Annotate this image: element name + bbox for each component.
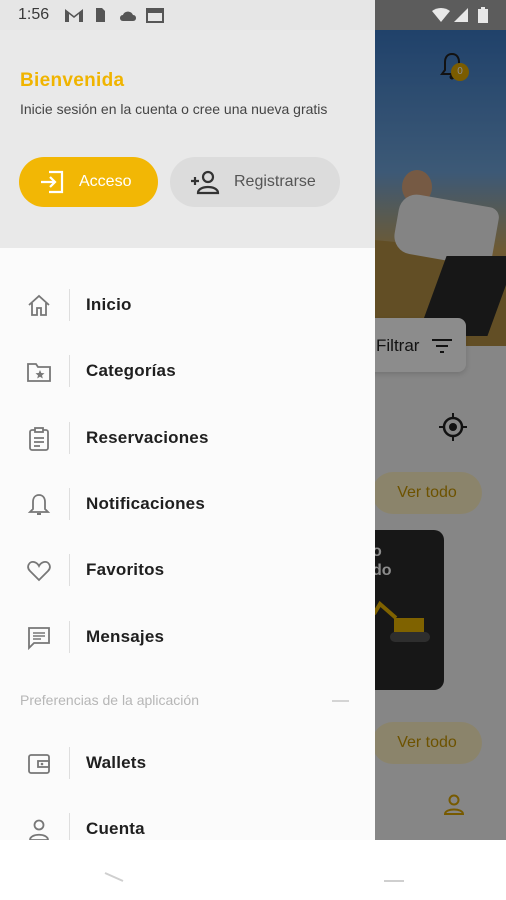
add-person-icon [191,170,220,195]
back-gesture-icon[interactable] [104,872,124,882]
drawer-header: Bienvenida Inicie sesión en la cuenta o … [0,30,375,248]
menu-label: Wallets [86,753,147,772]
status-time: 1:56 [18,6,50,23]
menu-label: Mensajes [86,627,165,646]
login-button[interactable]: Acceso [19,157,158,207]
system-nav-bar [0,840,506,900]
welcome-title: Bienvenida [20,70,125,91]
preferences-section-title: Preferencias de la aplicación [20,692,199,708]
wallet-icon [28,754,50,774]
home-gesture-handle[interactable] [384,880,404,882]
heart-icon [27,561,51,582]
folder-star-icon [27,363,51,382]
menu-item-favoritos[interactable]: Favoritos [0,545,375,595]
wifi-icon [432,8,450,22]
menu-item-mensajes[interactable]: Mensajes [0,612,375,662]
menu-item-categorias[interactable]: Categorías [0,346,375,396]
clipboard-icon [29,427,49,451]
menu-label: Notificaciones [86,494,205,513]
menu-item-reservaciones[interactable]: Reservaciones [0,413,375,463]
navigation-drawer: Bienvenida Inicie sesión en la cuenta o … [0,30,375,840]
message-icon [28,627,50,651]
welcome-subtitle: Inicie sesión en la cuenta o cree una nu… [20,101,328,117]
menu-label: Reservaciones [86,428,209,447]
register-button[interactable]: Registrarse [170,157,340,207]
gmail-icon [65,9,83,22]
menu-label: Cuenta [86,819,145,838]
login-label: Acceso [79,173,132,190]
menu-label: Favoritos [86,560,165,579]
register-label: Registrarse [234,173,316,190]
status-bar: 1:56 [0,0,506,30]
person-icon [29,819,49,840]
menu-label: Categorías [86,361,176,380]
calendar-icon [146,8,164,23]
bell-icon [27,494,51,515]
menu-label: Inicio [86,295,132,314]
menu-item-cuenta[interactable]: Cuenta [0,804,375,840]
sim-icon [96,8,105,22]
cloud-icon [120,11,136,21]
login-icon [41,170,64,194]
signal-icon [454,8,468,22]
menu-item-notificaciones[interactable]: Notificaciones [0,479,375,529]
collapse-dash-icon[interactable] [332,700,349,702]
battery-icon [478,7,488,23]
menu-item-wallets[interactable]: Wallets [0,738,375,788]
home-icon [28,294,50,316]
menu-item-inicio[interactable]: Inicio [0,280,375,330]
